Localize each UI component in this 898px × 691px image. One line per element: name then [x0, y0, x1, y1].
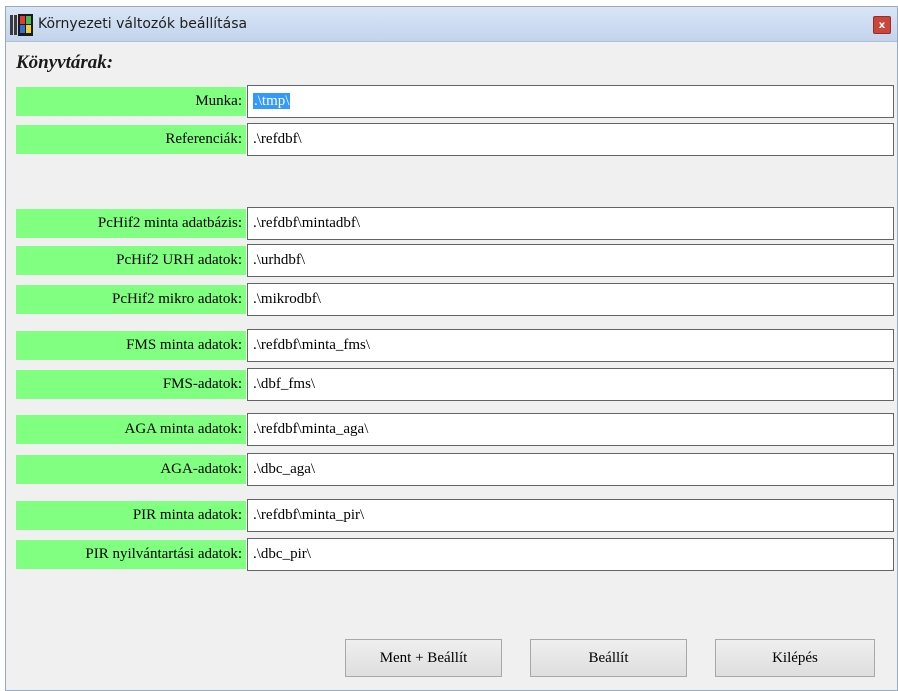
close-button[interactable]: x — [873, 16, 891, 34]
field-label-pir-registry: PIR nyilvántartási adatok: — [16, 540, 246, 569]
field-label-aga-data: AGA-adatok: — [16, 455, 246, 484]
exit-button[interactable]: Kilépés — [715, 639, 875, 677]
field-label-pir-sample: PIR minta adatok: — [16, 501, 246, 530]
field-label-references: Referenciák: — [16, 125, 246, 154]
fms-data-input[interactable]: .\dbf_fms\ — [247, 368, 894, 401]
field-label-fms-data: FMS-adatok: — [16, 370, 246, 399]
work-dir-input[interactable]: .\tmp\ — [247, 85, 894, 118]
save-apply-button[interactable]: Ment + Beállít — [345, 639, 502, 677]
app-icon — [10, 13, 34, 37]
pchif2-urh-input[interactable]: .\urhdbf\ — [247, 244, 894, 277]
fms-sample-input[interactable]: .\refdbf\minta_fms\ — [247, 329, 894, 362]
aga-data-input[interactable]: .\dbc_aga\ — [247, 453, 894, 486]
field-label-fms-sample: FMS minta adatok: — [16, 331, 246, 360]
field-label-work: Munka: — [16, 87, 246, 116]
pir-registry-input[interactable]: .\dbc_pir\ — [247, 538, 894, 571]
work-dir-value: .\tmp\ — [253, 93, 291, 109]
field-label-pchif2-sample-db: PcHif2 minta adatbázis: — [16, 209, 246, 238]
window-title: Környezeti változók beállítása — [38, 16, 248, 32]
close-icon: x — [878, 19, 886, 31]
field-label-aga-sample: AGA minta adatok: — [16, 415, 246, 444]
field-label-pchif2-urh: PcHif2 URH adatok: — [16, 246, 246, 275]
pchif2-micro-input[interactable]: .\mikrodbf\ — [247, 283, 894, 316]
title-bar: Környezeti változók beállítása x — [6, 7, 897, 42]
apply-button[interactable]: Beállít — [530, 639, 687, 677]
field-label-pchif2-micro: PcHif2 mikro adatok: — [16, 285, 246, 314]
pir-sample-input[interactable]: .\refdbf\minta_pir\ — [247, 499, 894, 532]
directories-heading: Könyvtárak: — [16, 52, 114, 73]
references-dir-input[interactable]: .\refdbf\ — [247, 123, 894, 156]
pchif2-sample-db-input[interactable]: .\refdbf\mintadbf\ — [247, 207, 894, 240]
aga-sample-input[interactable]: .\refdbf\minta_aga\ — [247, 413, 894, 446]
